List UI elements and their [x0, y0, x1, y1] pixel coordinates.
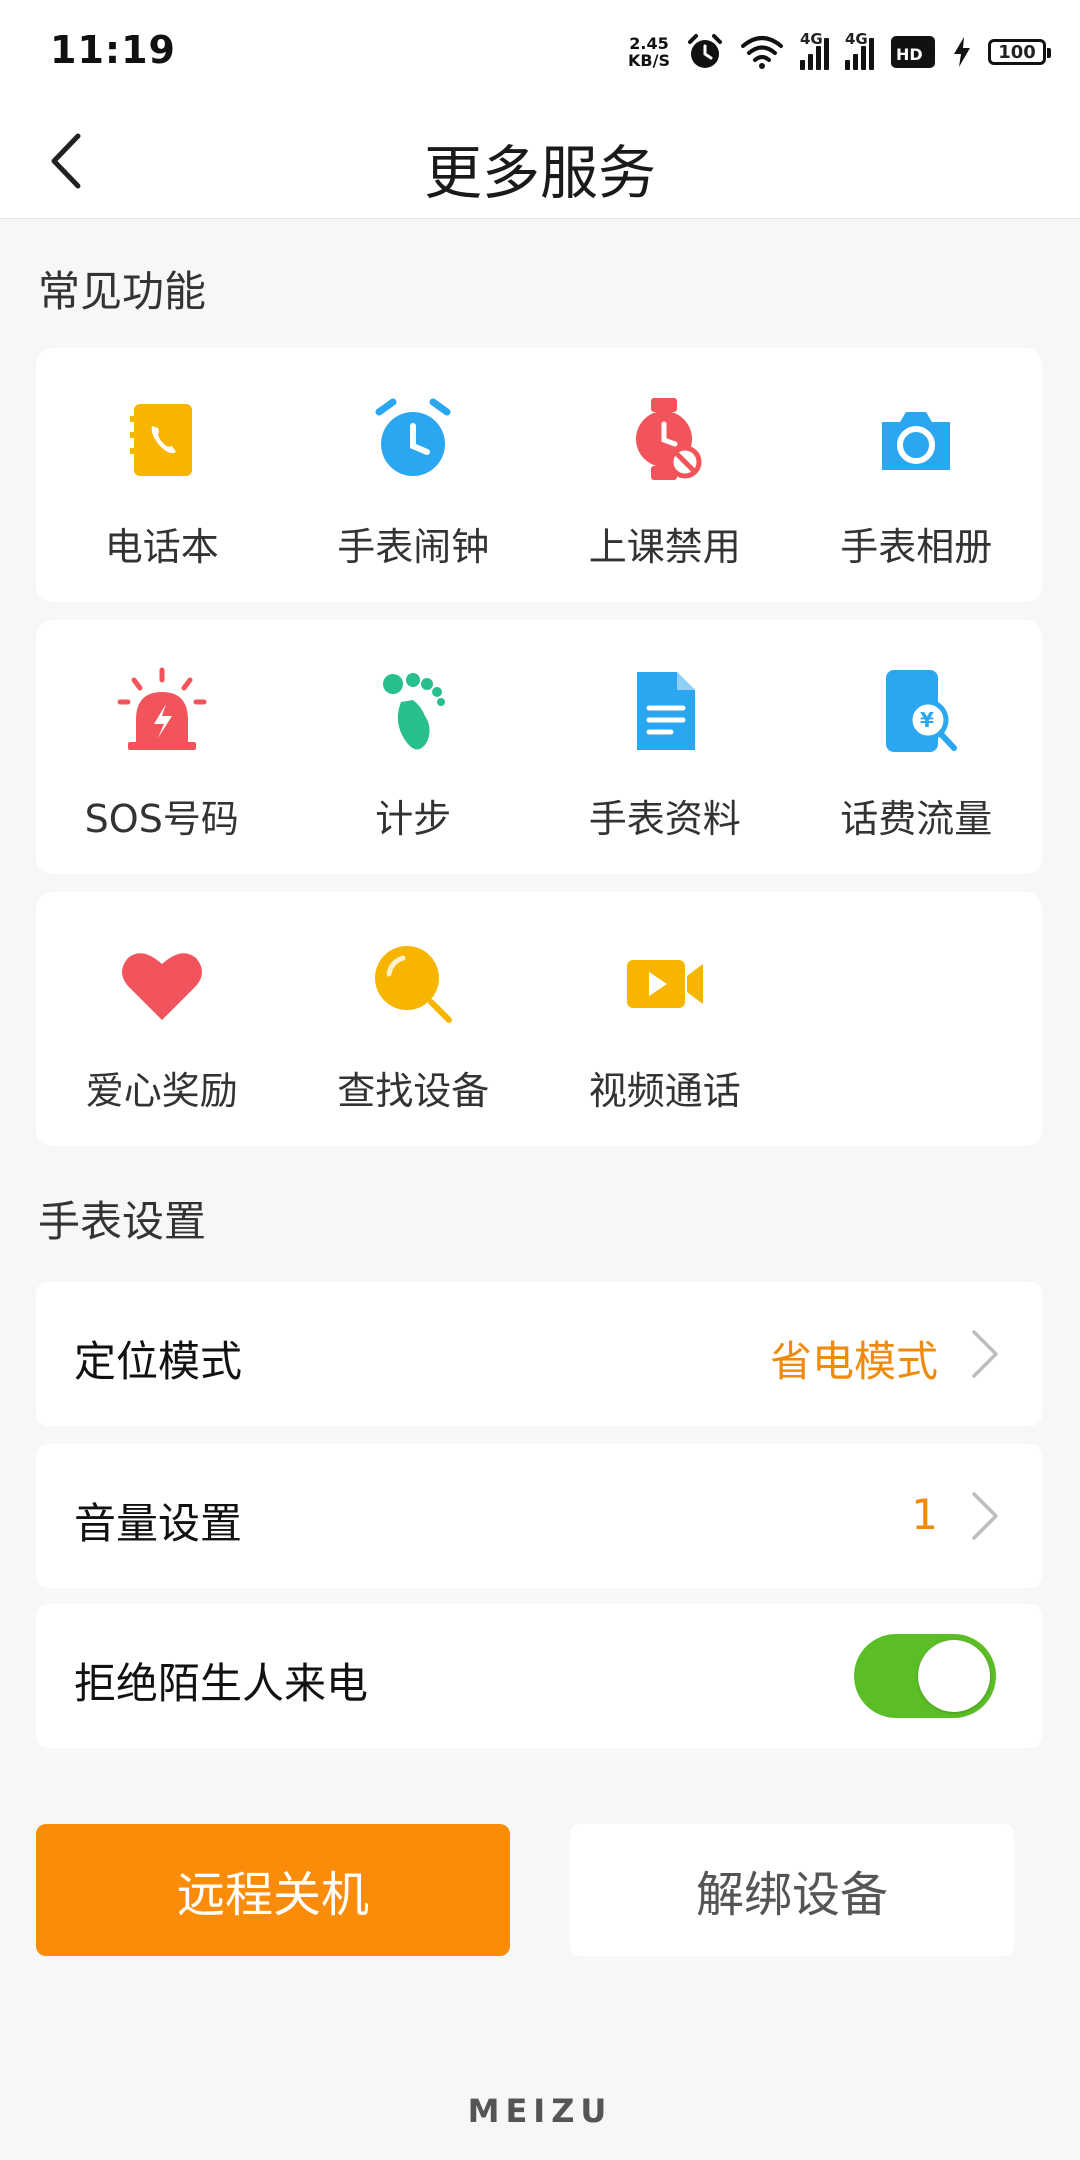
- volume-setting-value: 1: [911, 1490, 938, 1539]
- feature-label: 上课禁用: [588, 525, 741, 569]
- reject-strangers-row: 拒绝陌生人来电: [36, 1604, 1042, 1748]
- feature-label: 计步: [375, 797, 452, 841]
- chevron-right-icon: [972, 1330, 998, 1378]
- feature-video-call[interactable]: 视频通话: [539, 892, 791, 1146]
- status-icons: 2.45 KB/S 4G 4G HD 100: [628, 30, 1051, 74]
- volume-setting-row[interactable]: 音量设置 1: [36, 1444, 1042, 1588]
- svg-text:¥: ¥: [920, 708, 934, 732]
- feature-card-row-3: 爱心奖励 查找设备 视频通话: [36, 892, 1042, 1146]
- feature-bill[interactable]: ¥ 话费流量: [791, 620, 1043, 874]
- feature-label: 手表相册: [840, 525, 993, 569]
- alarm-clock-icon: [375, 398, 451, 476]
- location-mode-label: 定位模式: [74, 1337, 243, 1386]
- battery-indicator: 100: [988, 39, 1051, 65]
- feature-label: 查找设备: [337, 1069, 490, 1113]
- footprint-icon: [383, 673, 446, 750]
- brand-logo: MEIZU: [467, 2092, 613, 2130]
- feature-album[interactable]: 手表相册: [791, 348, 1043, 602]
- feature-card-row-1: 电话本 手表闹钟 上课禁用 手表相册: [36, 348, 1042, 602]
- phone-bill-icon: ¥: [886, 670, 958, 752]
- feature-card-row-2: SOS号码 计步 手表资料 ¥ 话费流量: [36, 620, 1042, 874]
- network-speed: 2.45 KB/S: [628, 34, 670, 70]
- location-mode-value: 省电模式: [769, 1337, 938, 1386]
- feature-find-device[interactable]: 查找设备: [288, 892, 540, 1146]
- phonebook-icon: [129, 404, 192, 476]
- volume-setting-label: 音量设置: [74, 1499, 243, 1548]
- remote-shutdown-button[interactable]: 远程关机: [36, 1824, 510, 1956]
- page-title: 更多服务: [423, 139, 656, 207]
- chevron-right-icon: [972, 1492, 998, 1540]
- svg-text:HD: HD: [896, 45, 923, 64]
- feature-class-disable[interactable]: 上课禁用: [539, 348, 791, 602]
- feature-label: 视频通话: [588, 1069, 741, 1113]
- location-mode-row[interactable]: 定位模式 省电模式: [36, 1282, 1042, 1426]
- feature-label: SOS号码: [84, 797, 239, 841]
- camera-icon: [882, 412, 951, 470]
- signal-icon-2: 4G: [845, 30, 874, 70]
- feature-alarm[interactable]: 手表闹钟: [288, 348, 540, 602]
- feature-label: 电话本: [104, 525, 219, 569]
- status-bar: 11:19 2.45 KB/S 4G 4G HD 100: [0, 0, 1080, 104]
- feature-label: 爱心奖励: [85, 1069, 238, 1113]
- section-title-settings: 手表设置: [38, 1197, 207, 1246]
- wifi-icon: [741, 36, 783, 69]
- feature-label: 手表闹钟: [337, 525, 490, 569]
- reject-strangers-label: 拒绝陌生人来电: [74, 1659, 369, 1708]
- hd-icon: HD: [891, 36, 935, 68]
- charging-icon: [954, 37, 970, 67]
- watch-forbidden-icon: [635, 398, 702, 480]
- unbind-device-button[interactable]: 解绑设备: [570, 1824, 1014, 1956]
- feature-label: 手表资料: [588, 797, 741, 841]
- feature-watch-info[interactable]: 手表资料: [539, 620, 791, 874]
- clock: 11:19: [50, 28, 176, 72]
- top-nav-bar: 更多服务: [0, 104, 1080, 219]
- section-title-common: 常见功能: [38, 267, 207, 316]
- feature-steps[interactable]: 计步: [288, 620, 540, 874]
- feature-phonebook[interactable]: 电话本: [36, 348, 288, 602]
- siren-icon: [117, 667, 207, 750]
- signal-icon-1: 4G: [800, 30, 829, 70]
- magnifier-icon: [375, 946, 453, 1023]
- reject-strangers-toggle[interactable]: [854, 1634, 996, 1718]
- toggle-knob: [918, 1640, 990, 1712]
- alarm-icon: [688, 34, 722, 68]
- heart-icon: [121, 953, 202, 1020]
- feature-sos[interactable]: SOS号码: [36, 620, 288, 874]
- feature-label: 话费流量: [840, 797, 993, 841]
- document-icon: [636, 672, 695, 750]
- video-call-icon: [626, 960, 703, 1008]
- feature-reward[interactable]: 爱心奖励: [36, 892, 288, 1146]
